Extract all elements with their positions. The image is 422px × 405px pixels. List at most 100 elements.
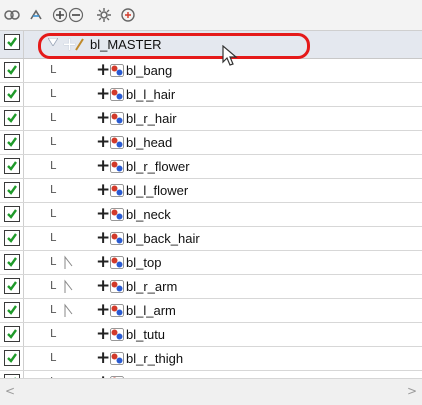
scroll-right-arrow[interactable]: > [407,384,417,398]
peg-plus-icon: + [96,132,111,152]
layer-visibility-checkbox[interactable] [4,34,20,50]
layer-visibility-checkbox[interactable] [4,182,20,198]
row-separator [23,275,24,298]
drawing-layer-icon [110,88,124,101]
parent-bracket-icon [64,279,73,293]
row-separator [23,299,24,322]
drawing-layer-icon [110,160,124,173]
peg-plus-icon: + [96,108,111,128]
row-separator [23,347,24,370]
drawing-layer-icon [110,64,124,77]
check-icon [7,329,17,339]
layer-label: bl_back_hair [126,231,200,246]
parent-bracket-icon [64,303,73,317]
layer-visibility-checkbox[interactable] [4,278,20,294]
peg-plus-icon: + [96,252,111,272]
layer-row[interactable]: L + bl_r_hair [0,107,422,131]
lock-toggle-icon[interactable] [28,7,44,23]
scroll-left-arrow[interactable]: < [5,384,15,398]
layer-row[interactable]: L + bl_bang [0,59,422,83]
drawing-layer-icon [110,208,124,221]
check-icon [7,305,17,315]
check-icon [7,233,17,243]
indent-marker: L [50,87,57,100]
layer-visibility-checkbox[interactable] [4,302,20,318]
check-icon [7,65,17,75]
settings-icon[interactable] [96,7,112,23]
row-separator [23,203,24,226]
layer-toolbar [0,0,422,30]
peg-plus-icon: + [96,348,111,368]
check-icon [7,185,17,195]
indent-marker: L [50,207,57,220]
drawing-layer-icon [110,184,124,197]
layer-label: bl_tutu [126,327,166,342]
layer-row[interactable]: L + bl_back_hair [0,227,422,251]
row-separator [23,59,24,82]
check-icon [7,161,17,171]
drawing-layer-icon [110,136,124,149]
check-icon [7,353,17,363]
drawing-layer-icon [110,304,124,317]
layer-visibility-checkbox[interactable] [4,110,20,126]
indent-marker: L [50,111,57,124]
layer-row[interactable]: L + bl_neck [0,203,422,227]
layer-row[interactable]: L + bl_l_arm [0,299,422,323]
drawing-layer-icon [110,112,124,125]
peg-plus-icon: + [96,276,111,296]
peg-plus-icon: + [96,204,111,224]
peg-plus-icon: + [96,324,111,344]
layer-visibility-checkbox[interactable] [4,158,20,174]
layer-visibility-checkbox[interactable] [4,254,20,270]
layer-row-master[interactable]: + bl_MASTER [0,31,422,66]
drawing-layer-icon [110,352,124,365]
layer-row[interactable]: L + bl_r_flower [0,155,422,179]
layer-label: bl_top [126,255,162,270]
layer-row[interactable]: L + bl_r_thigh [0,347,422,371]
highlight-circle [38,33,310,59]
row-separator [23,227,24,250]
layer-row[interactable]: L + bl_top [0,251,422,275]
layer-list: + bl_MASTER L + bl_bang L + bl_l_hair L + bl_r_h… [0,30,422,379]
peg-plus-icon: + [96,60,111,80]
check-icon [7,37,17,47]
peg-plus-icon: + [96,156,111,176]
layer-label: bl_bang [126,63,173,78]
layer-label: bl_r_hair [126,111,177,126]
layer-visibility-checkbox[interactable] [4,326,20,342]
indent-marker: L [50,159,57,172]
layer-row[interactable]: L + bl_head [0,131,422,155]
add-peg-icon[interactable] [120,7,136,23]
layer-visibility-checkbox[interactable] [4,230,20,246]
check-icon [7,281,17,291]
layer-row[interactable]: L + bl_r_arm [0,275,422,299]
expand-all-icon[interactable] [52,7,68,23]
layer-visibility-checkbox[interactable] [4,134,20,150]
collapse-all-icon[interactable] [68,7,84,23]
layer-visibility-checkbox[interactable] [4,62,20,78]
indent-marker: L [50,303,57,316]
row-separator [23,131,24,154]
parent-bracket-icon [64,255,73,269]
row-separator [23,83,24,106]
layer-visibility-checkbox[interactable] [4,206,20,222]
row-separator [23,323,24,346]
check-icon [7,113,17,123]
peg-plus-icon: + [96,228,111,248]
layer-label: bl_l_hair [126,87,176,102]
layer-row[interactable]: L + bl_l_hair [0,83,422,107]
layer-row[interactable]: L + bl_l_flower [0,179,422,203]
layer-label: bl_r_arm [126,279,178,294]
horizontal-scrollbar[interactable]: < > [0,378,422,405]
show-all-icon[interactable] [4,7,20,23]
peg-plus-icon: + [96,180,111,200]
layer-label: bl_l_flower [126,183,189,198]
layer-visibility-checkbox[interactable] [4,350,20,366]
drawing-layer-icon [110,328,124,341]
layer-visibility-checkbox[interactable] [4,86,20,102]
row-separator [23,107,24,130]
drawing-layer-icon [110,232,124,245]
layer-row[interactable]: L + bl_tutu [0,323,422,347]
indent-marker: L [50,327,57,340]
indent-marker: L [50,255,57,268]
